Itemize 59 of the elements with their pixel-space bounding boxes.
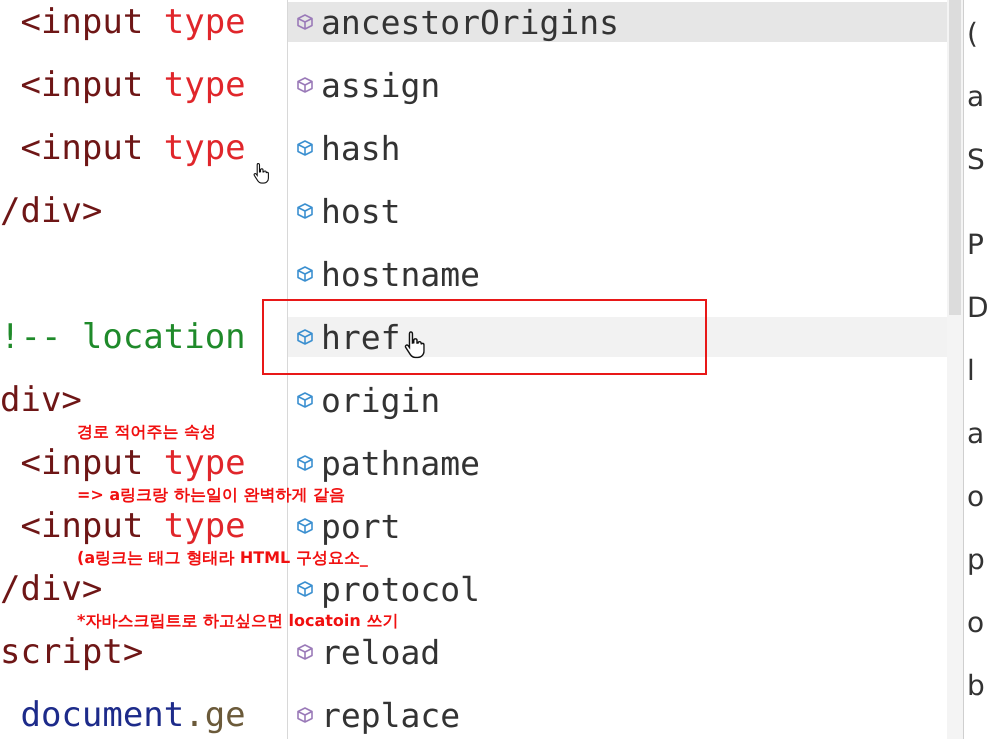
code-token: /div> xyxy=(0,191,102,231)
code-token: /div> xyxy=(0,569,102,609)
doc-text: p xyxy=(967,542,985,578)
doc-text: ( xyxy=(967,16,978,52)
code-token: type xyxy=(164,443,246,483)
doc-text: a xyxy=(967,416,984,452)
code-token: <input xyxy=(19,2,144,42)
suggestion-item[interactable]: href xyxy=(288,317,947,357)
cube-icon xyxy=(296,76,314,94)
cube-icon xyxy=(296,454,314,472)
cube-icon xyxy=(296,643,314,661)
doc-text: P xyxy=(967,227,984,263)
suggestion-item[interactable]: reload xyxy=(288,632,947,672)
suggestion-item[interactable]: origin xyxy=(288,380,947,420)
doc-text: o xyxy=(967,605,984,641)
cube-icon xyxy=(296,517,314,535)
code-token: .ge xyxy=(184,695,246,735)
doc-text: l xyxy=(967,353,975,389)
cube-icon xyxy=(296,139,314,157)
code-token: type xyxy=(164,506,246,546)
code-token: <input xyxy=(19,128,144,168)
suggestion-item[interactable]: host xyxy=(288,191,947,231)
suggestion-item[interactable]: ancestorOrigins xyxy=(288,2,947,42)
hand-cursor-icon xyxy=(404,330,425,359)
cube-icon xyxy=(296,202,314,220)
suggestion-item[interactable]: hash xyxy=(288,128,947,168)
doc-text: S xyxy=(967,142,985,178)
suggestion-item[interactable]: assign xyxy=(288,65,947,105)
code-token: !-- location xyxy=(0,317,246,357)
cube-icon xyxy=(296,328,314,346)
code-token: <input xyxy=(19,65,144,105)
code-token: script> xyxy=(0,632,144,672)
code-token: <input xyxy=(19,506,144,546)
code-token: type xyxy=(164,2,246,42)
suggestion-item[interactable]: port xyxy=(288,506,947,546)
code-token: document xyxy=(19,695,184,735)
suggestion-item[interactable]: pathname xyxy=(288,443,947,483)
scrollbar-thumb[interactable] xyxy=(949,0,961,315)
annotation-text: 경로 적어주는 속성 xyxy=(77,422,216,441)
cube-icon xyxy=(296,706,314,724)
doc-text: D xyxy=(967,290,989,326)
code-token: type xyxy=(164,65,246,105)
annotation-text: => a링크랑 하는일이 완벽하게 같음 xyxy=(77,485,345,504)
suggestion-item[interactable]: replace xyxy=(288,695,947,735)
doc-text: o xyxy=(967,479,984,515)
cube-icon xyxy=(296,580,314,598)
doc-text: b xyxy=(967,668,985,704)
suggestion-item[interactable]: protocol xyxy=(288,569,947,609)
cube-icon xyxy=(296,13,314,31)
annotation-text: (a링크는 태그 형태라 HTML 구성요소_ xyxy=(77,548,368,567)
suggestion-item[interactable]: hostname xyxy=(288,254,947,294)
doc-text: a xyxy=(967,79,984,115)
hand-cursor-icon xyxy=(253,162,269,184)
annotation-text: *자바스크립트로 하고싶으면 locatoin 쓰기 xyxy=(77,611,398,630)
code-token: div> xyxy=(0,380,82,420)
cube-icon xyxy=(296,391,314,409)
code-token: <input xyxy=(19,443,144,483)
cube-icon xyxy=(296,265,314,283)
code-token: type xyxy=(164,128,246,168)
